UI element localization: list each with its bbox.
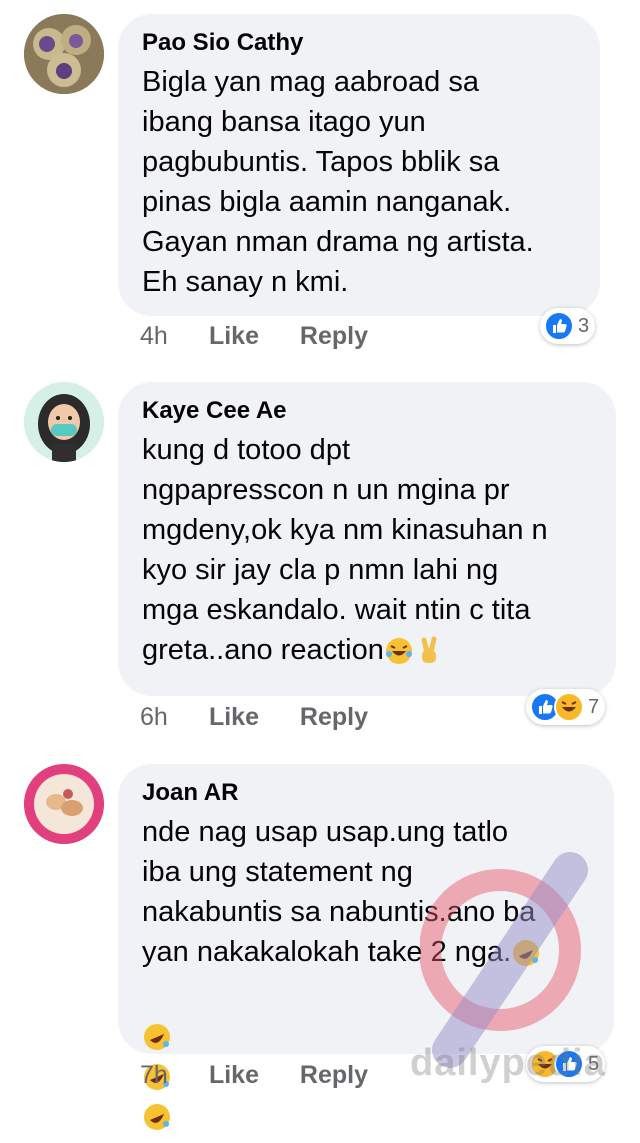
avatar-image: [24, 764, 104, 844]
avatar[interactable]: [24, 382, 104, 462]
reply-button[interactable]: Reply: [300, 1061, 368, 1090]
like-button[interactable]: Like: [209, 1061, 293, 1090]
comment-time[interactable]: 4h: [140, 322, 202, 351]
comment-actions: 7h Like Reply: [140, 1061, 368, 1090]
comment-actions: 4h Like Reply: [140, 322, 368, 351]
avatar-image: [24, 14, 104, 94]
reply-button[interactable]: Reply: [300, 322, 368, 351]
comment-bubble: Pao Sio Cathy Bigla yan mag aabroad sa i…: [118, 14, 600, 316]
comment-author[interactable]: Pao Sio Cathy: [142, 28, 576, 58]
rolling-laughing-emoji-icon: [142, 1102, 172, 1132]
victory-hand-emoji-icon: [414, 636, 444, 666]
avatar-image: [24, 382, 104, 462]
like-button[interactable]: Like: [209, 703, 293, 732]
like-icon: [544, 311, 574, 341]
comment-author[interactable]: Joan AR: [142, 778, 590, 808]
comment-text: kung d totoo dpt ngpapresscon n un mgina…: [142, 430, 592, 670]
avatar[interactable]: [24, 764, 104, 844]
comment-time[interactable]: 7h: [140, 1061, 202, 1090]
watermark-logo-icon: [420, 852, 588, 1068]
comment-author[interactable]: Kaye Cee Ae: [142, 396, 592, 426]
laughing-emoji-icon: [384, 636, 414, 666]
comment-bubble: Kaye Cee Ae kung d totoo dpt ngpapressco…: [118, 382, 616, 696]
comment-actions: 6h Like Reply: [140, 703, 368, 732]
comment-text-content: kung d totoo dpt ngpapresscon n un mgina…: [142, 434, 548, 666]
reaction-count: 7: [588, 695, 600, 718]
reaction-summary[interactable]: 3: [540, 308, 596, 344]
reaction-summary[interactable]: 7: [526, 689, 606, 725]
watermark-text: dailypedia: [410, 1042, 606, 1084]
like-button[interactable]: Like: [209, 322, 293, 351]
rolling-laughing-emoji-icon: [142, 1022, 172, 1052]
comment-text: Bigla yan mag aabroad sa ibang bansa ita…: [142, 66, 534, 298]
reply-button[interactable]: Reply: [300, 703, 368, 732]
avatar[interactable]: [24, 14, 104, 94]
reaction-count: 3: [578, 314, 590, 337]
haha-icon: [554, 692, 584, 722]
comment-time[interactable]: 6h: [140, 703, 202, 732]
